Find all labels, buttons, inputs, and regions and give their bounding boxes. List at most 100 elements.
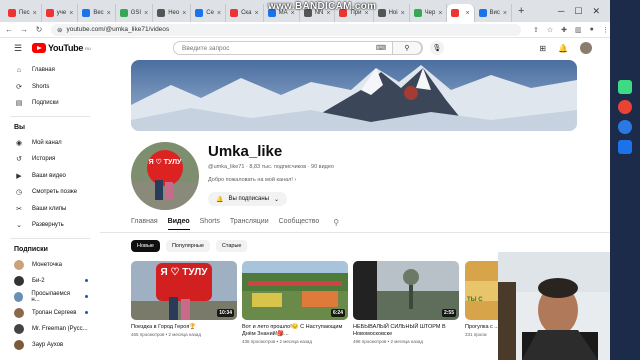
sidebar-item-icon: ◉ xyxy=(15,139,23,147)
video-title[interactable]: Прогулка с ... xyxy=(465,324,499,331)
video-meta: 331 просм xyxy=(465,332,487,337)
microphone-icon[interactable]: 🎙 xyxy=(430,41,444,55)
channel-tab[interactable]: Главная xyxy=(131,218,158,230)
avatar[interactable] xyxy=(580,42,592,54)
site-info-icon[interactable]: ⊜ xyxy=(57,26,62,34)
browser-tab[interactable]: Нео × xyxy=(153,4,192,22)
tab-close-icon[interactable]: × xyxy=(107,10,111,17)
channel-banner xyxy=(131,60,577,131)
tab-close-icon[interactable]: × xyxy=(144,10,148,17)
maximize-icon[interactable]: ☐ xyxy=(574,6,582,17)
browser-tab[interactable]: Се × xyxy=(191,4,227,22)
sidebar-item[interactable]: ↺ История xyxy=(0,151,100,168)
video-duration: 2:55 xyxy=(441,309,456,317)
video-card[interactable]: 2:55 НЕБЫВАЛЫЙ СИЛЬНЫЙ ШТОРМ В Новомоско… xyxy=(353,261,463,344)
browser-tab[interactable]: Вес × xyxy=(78,4,116,22)
channel-tab[interactable]: Трансляции xyxy=(230,218,269,230)
url-field[interactable]: ⊜ youtube.com/@umka_like71/videos xyxy=(51,23,521,36)
video-card[interactable]: 6:24 Вот и лето прошло!😔 С Наступающим Д… xyxy=(242,261,352,344)
search-input[interactable]: Введите запрос ⌨ ⚲ xyxy=(173,41,423,55)
channel-tab[interactable]: Shorts xyxy=(200,218,220,230)
browser-tab[interactable]: Вис × xyxy=(475,4,512,22)
channel-tab[interactable]: Сообщество xyxy=(279,218,320,230)
channel-search-icon[interactable]: ⚲ xyxy=(333,218,339,230)
video-card[interactable]: ТЫ С Прогулка с ... 331 просм xyxy=(465,261,499,337)
tab-close-icon[interactable]: × xyxy=(503,10,507,17)
channel-name: Umka_like xyxy=(208,143,283,160)
sidebar-item[interactable]: ⟳ Shorts xyxy=(0,79,100,96)
search-button[interactable]: ⚲ xyxy=(392,41,422,55)
video-thumbnail[interactable]: 2:55 xyxy=(353,261,459,320)
hamburger-menu-icon[interactable]: ☰ xyxy=(14,43,24,54)
channel-tab[interactable]: Видео xyxy=(167,218,190,230)
channel-description[interactable]: Добро пожаловать на мой канал! › xyxy=(208,177,296,183)
star-icon[interactable]: ☆ xyxy=(547,26,553,34)
edge-icon[interactable] xyxy=(618,120,632,134)
sidepanel-icon[interactable]: ▥ xyxy=(575,26,582,34)
subscription-item[interactable]: Просыпаемся н... xyxy=(0,289,100,305)
minimize-icon[interactable]: ─ xyxy=(558,6,564,16)
tab-close-icon[interactable]: × xyxy=(401,10,405,17)
extensions-icon[interactable]: ✚ xyxy=(561,26,567,34)
sidebar-item[interactable]: ⌂ Главная xyxy=(0,62,100,79)
tab-close-icon[interactable]: × xyxy=(33,10,37,17)
sidebar-section-you[interactable]: Вы xyxy=(0,121,100,135)
tab-close-icon[interactable]: × xyxy=(255,10,259,17)
video-thumbnail[interactable]: ТЫ С xyxy=(465,261,499,320)
video-title[interactable]: НЕБЫВАЛЫЙ СИЛЬНЫЙ ШТОРМ В Новомосковске xyxy=(353,324,463,338)
profile-icon[interactable]: ● xyxy=(590,26,594,34)
subscription-item[interactable]: Би-2 xyxy=(0,273,100,289)
forward-icon[interactable]: → xyxy=(18,25,30,34)
sort-chip[interactable]: Популярные xyxy=(165,240,210,252)
sort-chip[interactable]: Старые xyxy=(215,240,248,252)
browser-tab[interactable]: Пес × xyxy=(4,4,42,22)
video-card[interactable]: Я ♡ ТУЛУ 10:34 Поездка в Город Героя🏆 46… xyxy=(131,261,241,337)
video-title[interactable]: Поездка в Город Героя🏆 xyxy=(131,324,241,331)
sort-chip[interactable]: Новые xyxy=(131,240,160,252)
browser-tab[interactable]: уче × xyxy=(42,4,79,22)
reload-icon[interactable]: ↻ xyxy=(33,25,45,34)
back-icon[interactable]: ← xyxy=(3,25,15,34)
tab-close-icon[interactable]: × xyxy=(438,10,442,17)
sidebar-item-icon: ◷ xyxy=(15,189,23,197)
tab-close-icon[interactable]: × xyxy=(182,10,186,17)
share-icon[interactable]: ⇪ xyxy=(533,26,539,34)
video-title[interactable]: Вот и лето прошло!😔 С Наступающим Днём З… xyxy=(242,324,352,338)
subscription-item[interactable]: Mr. Freeman (Русс... xyxy=(0,321,100,337)
notifications-icon[interactable]: 🔔 xyxy=(558,44,568,53)
subscribed-button[interactable]: 🔔 Вы подписаны ⌄ xyxy=(208,192,288,206)
bell-icon: 🔔 xyxy=(216,196,224,203)
video-thumbnail[interactable]: Я ♡ ТУЛУ 10:34 xyxy=(131,261,237,320)
subscription-item[interactable]: Тропан Сергеев xyxy=(0,305,100,321)
sidebar-item[interactable]: ✂ Ваши клипы xyxy=(0,201,100,218)
browser-tab[interactable]: Ска × xyxy=(226,4,264,22)
sidebar-item[interactable]: ▶ Ваши видео xyxy=(0,168,100,185)
browser-tab[interactable]: GSI × xyxy=(116,4,154,22)
create-video-icon[interactable]: ⊞ xyxy=(539,44,546,53)
youtube-logo[interactable]: YouTube RU xyxy=(32,43,91,53)
sidebar-item[interactable]: ◷ Смотреть позже xyxy=(0,184,100,201)
tab-close-icon[interactable]: × xyxy=(217,10,221,17)
close-icon[interactable]: ✕ xyxy=(592,6,600,17)
app-icon[interactable] xyxy=(618,80,632,94)
channel-avatar[interactable] xyxy=(131,142,199,210)
browser-tab[interactable]: Hoi × xyxy=(374,4,410,22)
menu-icon[interactable]: ⋮ xyxy=(602,26,609,34)
sidebar-item[interactable]: ⌄ Развернуть xyxy=(0,217,100,234)
tab-label: Вес xyxy=(93,10,104,16)
sidebar-item[interactable]: ▤ Подписки xyxy=(0,95,100,112)
sidebar-item-icon: ✂ xyxy=(16,205,22,213)
subscription-item[interactable]: Монеточка xyxy=(0,257,100,273)
sidebar-item[interactable]: ◉ Мой канал xyxy=(0,135,100,152)
app-icon[interactable] xyxy=(618,140,632,154)
video-thumbnail[interactable]: 6:24 xyxy=(242,261,348,320)
subscription-avatar xyxy=(14,339,24,350)
subscription-item[interactable]: Заур Аухов xyxy=(0,337,100,353)
chrome-icon[interactable] xyxy=(618,100,632,114)
tab-close-icon[interactable]: × xyxy=(465,10,469,17)
tab-close-icon[interactable]: × xyxy=(69,10,73,17)
browser-tab[interactable]: Чер × xyxy=(410,4,448,22)
keyboard-icon[interactable]: ⌨ xyxy=(376,44,386,52)
new-tab-button[interactable]: + xyxy=(512,5,530,17)
browser-tab[interactable]: × xyxy=(447,4,475,22)
